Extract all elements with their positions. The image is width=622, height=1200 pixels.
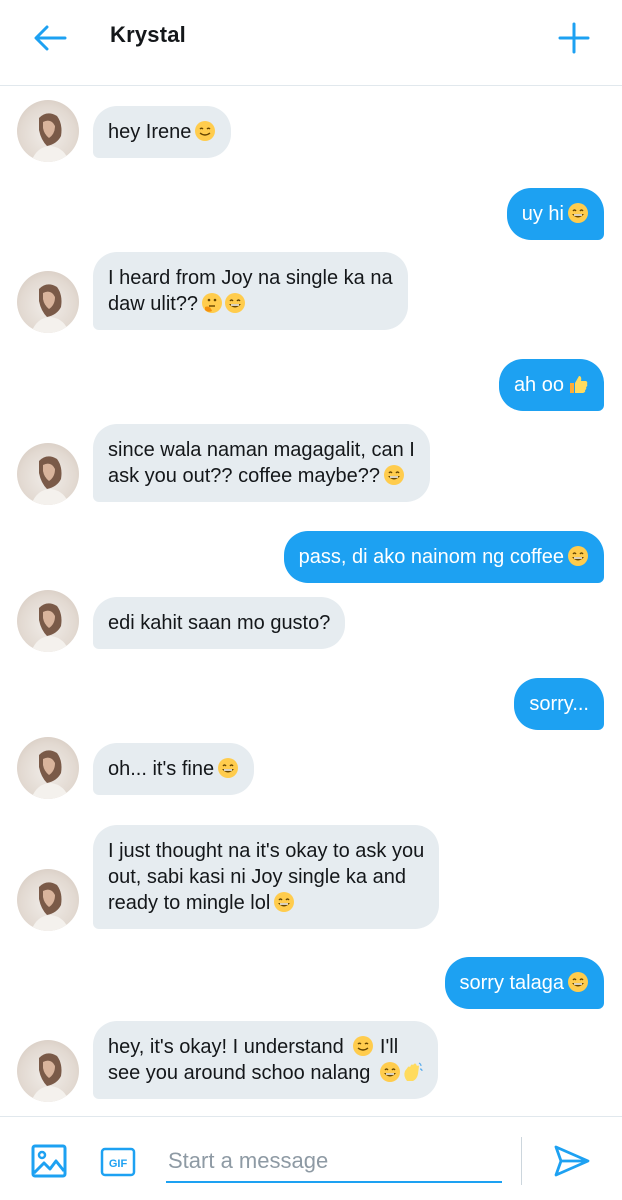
smile-emoji-icon (353, 1036, 374, 1056)
message-text: oh... it's fine (108, 758, 215, 780)
message-bubble[interactable]: hey Irene (93, 106, 232, 158)
composer-divider (521, 1137, 522, 1185)
smile-emoji-icon (195, 121, 216, 141)
avatar[interactable] (17, 590, 79, 652)
message-text: hey, it's okay! I understand (108, 1036, 350, 1058)
message-text: see you around schoo nalang (108, 1062, 376, 1084)
person-photo (31, 284, 69, 333)
thinking-emoji-icon (202, 293, 223, 313)
send-button[interactable] (552, 1143, 592, 1179)
message-text: sorry talaga (459, 972, 565, 994)
add-gif-button[interactable]: GIF (100, 1147, 136, 1177)
person-photo (31, 750, 69, 799)
back-button[interactable] (28, 18, 72, 58)
message-bubble[interactable]: oh... it's fine (93, 743, 255, 795)
grin-emoji-icon (274, 892, 295, 912)
conversation-title: Krystal (110, 22, 186, 47)
grin-emoji-icon (568, 546, 588, 566)
message-composer: GIF (0, 1116, 622, 1200)
avatar[interactable] (17, 737, 79, 799)
message-text: edi kahit saan mo gusto? (108, 612, 331, 634)
message-text: since wala naman magagalit, can I (108, 439, 415, 461)
wave-emoji-icon (404, 1062, 423, 1081)
grin-emoji-icon (225, 293, 246, 313)
grin-emoji-icon (218, 758, 239, 778)
avatar[interactable] (17, 271, 79, 333)
gif-icon: GIF (100, 1147, 136, 1177)
message-bubble[interactable]: pass, di ako nainom ng coffee (283, 531, 604, 583)
avatar[interactable] (17, 869, 79, 931)
message-bubble[interactable]: ah oo (498, 359, 604, 411)
message-text: out, sabi kasi ni Joy single ka and (108, 866, 406, 888)
message-text: daw ulit?? (108, 293, 199, 315)
message-text: I heard from Joy na single ka na (108, 267, 393, 289)
message-text: ask you out?? coffee maybe?? (108, 465, 381, 487)
message-text: pass, di ako nainom ng coffee (298, 546, 564, 568)
thumbs-up-emoji-icon (570, 376, 588, 393)
message-text: I'll (374, 1036, 399, 1058)
grin-emoji-icon (379, 1062, 400, 1082)
person-photo (31, 456, 69, 505)
grin-emoji-icon (568, 203, 588, 223)
message-text: I just thought na it's okay to ask you (108, 840, 425, 862)
gif-label: GIF (109, 1158, 128, 1170)
message-input[interactable] (166, 1141, 502, 1183)
avatar[interactable] (17, 1040, 79, 1102)
message-bubble[interactable]: sorry... (514, 678, 604, 730)
message-bubble[interactable]: uy hi (506, 188, 604, 240)
message-text: hey Irene (108, 121, 192, 143)
new-message-button[interactable] (552, 18, 596, 58)
conversation-header: Krystal (0, 0, 622, 86)
person-photo (31, 603, 69, 652)
avatar[interactable] (17, 443, 79, 505)
avatar[interactable] (17, 100, 79, 162)
message-text: ah oo (513, 374, 564, 396)
grin-emoji-icon (384, 465, 405, 485)
message-bubble[interactable]: I heard from Joy na single ka na daw uli… (93, 252, 408, 330)
message-bubble[interactable]: since wala naman magagalit, can I ask yo… (93, 424, 430, 502)
arrow-left-icon (34, 25, 67, 51)
image-icon (31, 1144, 67, 1178)
add-image-button[interactable] (30, 1143, 68, 1179)
message-text: ready to mingle lol (108, 892, 271, 914)
person-photo (31, 1053, 69, 1102)
message-bubble[interactable]: edi kahit saan mo gusto? (93, 597, 346, 649)
message-bubble[interactable]: hey, it's okay! I understand I'll see yo… (93, 1021, 438, 1099)
message-text: sorry... (529, 693, 589, 715)
grin-emoji-icon (568, 972, 588, 992)
message-bubble[interactable]: sorry talaga (444, 957, 604, 1009)
send-icon (554, 1145, 590, 1177)
plus-icon (558, 22, 590, 54)
message-bubble[interactable]: I just thought na it's okay to ask you o… (93, 825, 440, 929)
person-photo (31, 882, 69, 931)
person-photo (31, 113, 69, 162)
message-text: uy hi (521, 203, 564, 225)
